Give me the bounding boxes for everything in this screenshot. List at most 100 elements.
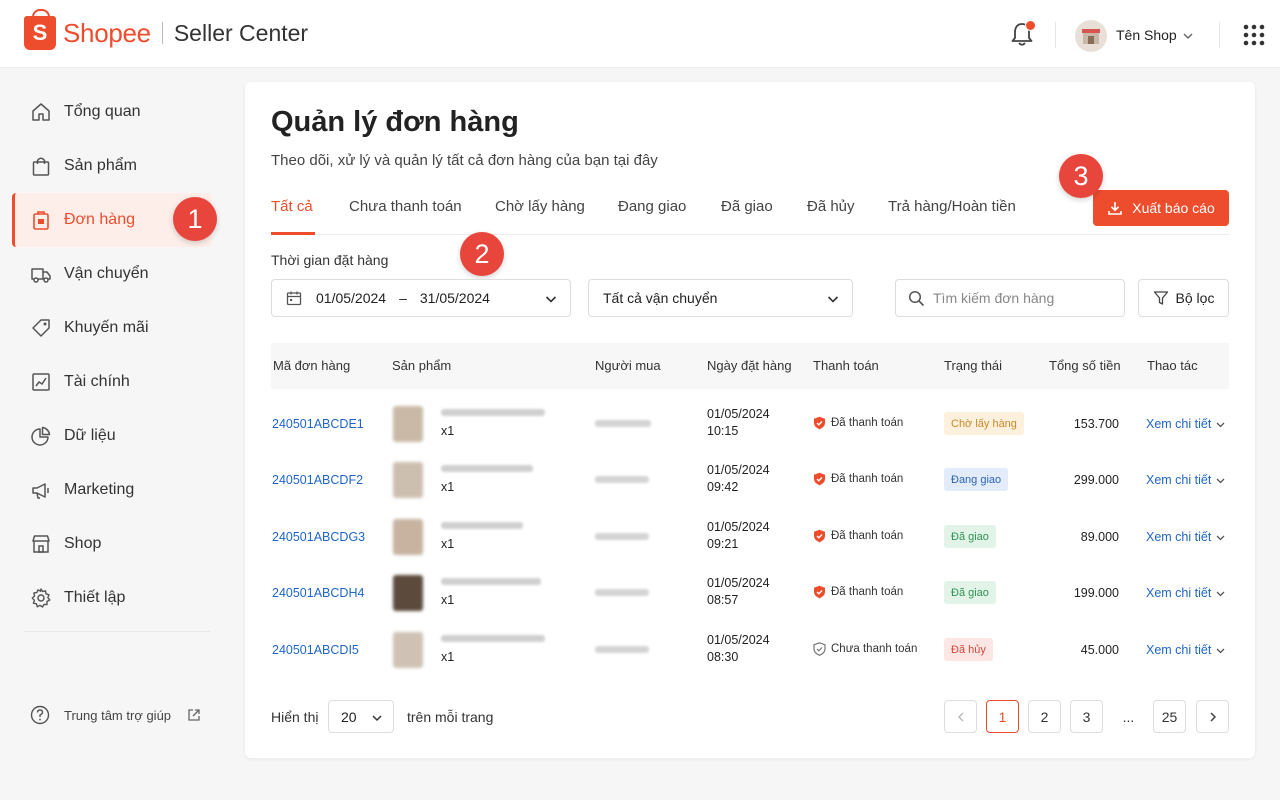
sidebar-item-label: Marketing <box>64 481 135 498</box>
tab-cancelled[interactable]: Đã hủy <box>807 198 855 215</box>
tab-returns[interactable]: Trả hàng/Hoàn tiền <box>888 198 1016 215</box>
shopee-logo[interactable]: S Shopee Seller Center <box>24 9 308 50</box>
column-header: Thao tác <box>1147 358 1198 373</box>
chevron-down-icon <box>1216 478 1225 483</box>
search-input[interactable] <box>933 290 1113 306</box>
sidebar-item-products[interactable]: Sản phẩm <box>12 139 212 193</box>
column-header: Sản phẩm <box>392 358 452 373</box>
chevron-down-icon <box>545 296 557 303</box>
view-details-label: Xem chi tiết <box>1146 473 1212 487</box>
export-label: Xuất báo cáo <box>1132 200 1215 216</box>
page-button-1[interactable]: 1 <box>986 700 1019 733</box>
sidebar-item-finance[interactable]: Tài chính <box>12 355 212 409</box>
sidebar-item-label: Dữ liệu <box>64 427 116 444</box>
export-report-button[interactable]: Xuất báo cáo <box>1093 190 1229 226</box>
date-from: 01/05/2024 <box>316 290 387 306</box>
order-time: 08:30 <box>707 650 739 664</box>
shop-name[interactable]: Tên Shop <box>1116 27 1177 43</box>
sidebar-item-data[interactable]: Dữ liệu <box>12 409 212 463</box>
top-header: S Shopee Seller Center Tên Shop <box>0 0 1280 68</box>
order-id-link[interactable]: 240501ABCDE1 <box>272 417 364 431</box>
sidebar-item-shop[interactable]: Shop <box>12 517 212 571</box>
help-center-link[interactable]: Trung tâm trợ giúp <box>30 705 201 725</box>
view-details-link[interactable]: Xem chi tiết <box>1146 473 1226 487</box>
payment-status: Đã thanh toán <box>813 472 903 486</box>
payment-label: Chưa thanh toán <box>831 643 918 655</box>
product-quantity: x1 <box>441 650 455 664</box>
status-badge: Đã giao <box>944 525 996 548</box>
column-header: Thanh toán <box>813 358 879 373</box>
sidebar-item-shipping[interactable]: Vận chuyển <box>12 247 212 301</box>
sidebar-item-label: Thiết lập <box>64 589 126 606</box>
shop-avatar-icon <box>1082 29 1100 44</box>
order-total: 153.700 <box>1073 417 1119 431</box>
shield-check-icon <box>814 472 825 486</box>
tab-all[interactable]: Tất cả <box>271 198 313 215</box>
avatar[interactable] <box>1075 20 1107 52</box>
page-button-2[interactable]: 2 <box>1028 700 1061 733</box>
tag-icon <box>32 319 50 337</box>
view-details-label: Xem chi tiết <box>1146 417 1212 431</box>
page-button-25[interactable]: 25 <box>1153 700 1186 733</box>
help-label: Trung tâm trợ giúp <box>64 707 172 723</box>
shipping-select[interactable]: Tất cả vận chuyển <box>588 279 853 317</box>
filter-button[interactable]: Bộ lọc <box>1138 279 1229 317</box>
sidebar-item-settings[interactable]: Thiết lập <box>12 571 212 625</box>
order-time: 09:21 <box>707 537 739 551</box>
view-details-link[interactable]: Xem chi tiết <box>1146 586 1226 600</box>
payment-status: Đã thanh toán <box>813 585 903 599</box>
order-id-link[interactable]: 240501ABCDH4 <box>272 586 364 600</box>
page-title: Quản lý đơn hàng <box>271 106 519 138</box>
payment-label: Đã thanh toán <box>831 530 904 542</box>
order-date: 01/05/2024 <box>707 407 770 421</box>
buyer-name-redacted <box>595 646 649 653</box>
view-details-link[interactable]: Xem chi tiết <box>1146 417 1226 431</box>
help-icon <box>30 705 50 725</box>
tab-shipping[interactable]: Đang giao <box>618 198 686 215</box>
order-time: 08:57 <box>707 593 739 607</box>
table-header: Mã đơn hàng Sản phẩm Người mua Ngày đặt … <box>271 343 1229 389</box>
tab-to-ship[interactable]: Chờ lấy hàng <box>495 198 585 215</box>
order-id-link[interactable]: 240501ABCDF2 <box>272 473 363 487</box>
sidebar-item-promotions[interactable]: Khuyến mãi <box>12 301 212 355</box>
tab-delivered[interactable]: Đã giao <box>721 198 773 215</box>
chevron-right-icon <box>1209 711 1216 722</box>
order-id-link[interactable]: 240501ABCDG3 <box>272 530 365 544</box>
buyer-name-redacted <box>595 476 649 483</box>
buyer-name-redacted <box>595 420 651 427</box>
sidebar-item-overview[interactable]: Tổng quan <box>12 85 212 139</box>
truck-icon <box>31 268 51 283</box>
sidebar-item-label: Sản phẩm <box>64 157 137 174</box>
order-date: 01/05/2024 <box>707 633 770 647</box>
order-date: 01/05/2024 <box>707 520 770 534</box>
home-icon <box>32 103 50 121</box>
sidebar-divider <box>24 631 210 632</box>
chevron-down-icon[interactable] <box>1181 29 1195 43</box>
next-page-button[interactable] <box>1196 700 1229 733</box>
page-button-3[interactable]: 3 <box>1070 700 1103 733</box>
brand-name: Shopee <box>63 17 151 48</box>
view-details-link[interactable]: Xem chi tiết <box>1146 530 1226 544</box>
view-details-label: Xem chi tiết <box>1146 530 1212 544</box>
prev-page-button[interactable] <box>944 700 977 733</box>
per-page-select[interactable]: 20 <box>328 700 394 733</box>
active-tab-underline <box>271 232 315 235</box>
sidebar-item-marketing[interactable]: Marketing <box>12 463 212 517</box>
column-header: Mã đơn hàng <box>273 358 351 373</box>
apps-grid-icon[interactable] <box>1243 24 1265 46</box>
filter-icon <box>1153 291 1168 305</box>
shield-check-icon <box>814 585 825 599</box>
order-search-box <box>895 279 1125 317</box>
date-range-picker[interactable]: 01/05/2024 – 31/05/2024 <box>271 279 571 317</box>
view-details-label: Xem chi tiết <box>1146 586 1212 600</box>
view-details-link[interactable]: Xem chi tiết <box>1146 643 1226 657</box>
product-name-redacted <box>441 635 545 642</box>
product-thumbnail <box>393 575 423 611</box>
store-icon <box>32 535 50 553</box>
status-badge: Đã giao <box>944 581 996 604</box>
product-quantity: x1 <box>441 424 455 438</box>
tab-unpaid[interactable]: Chưa thanh toán <box>349 198 462 215</box>
order-id-link[interactable]: 240501ABCDI5 <box>272 643 359 657</box>
shipping-value: Tất cả vận chuyển <box>603 290 718 306</box>
gear-icon <box>31 588 51 608</box>
